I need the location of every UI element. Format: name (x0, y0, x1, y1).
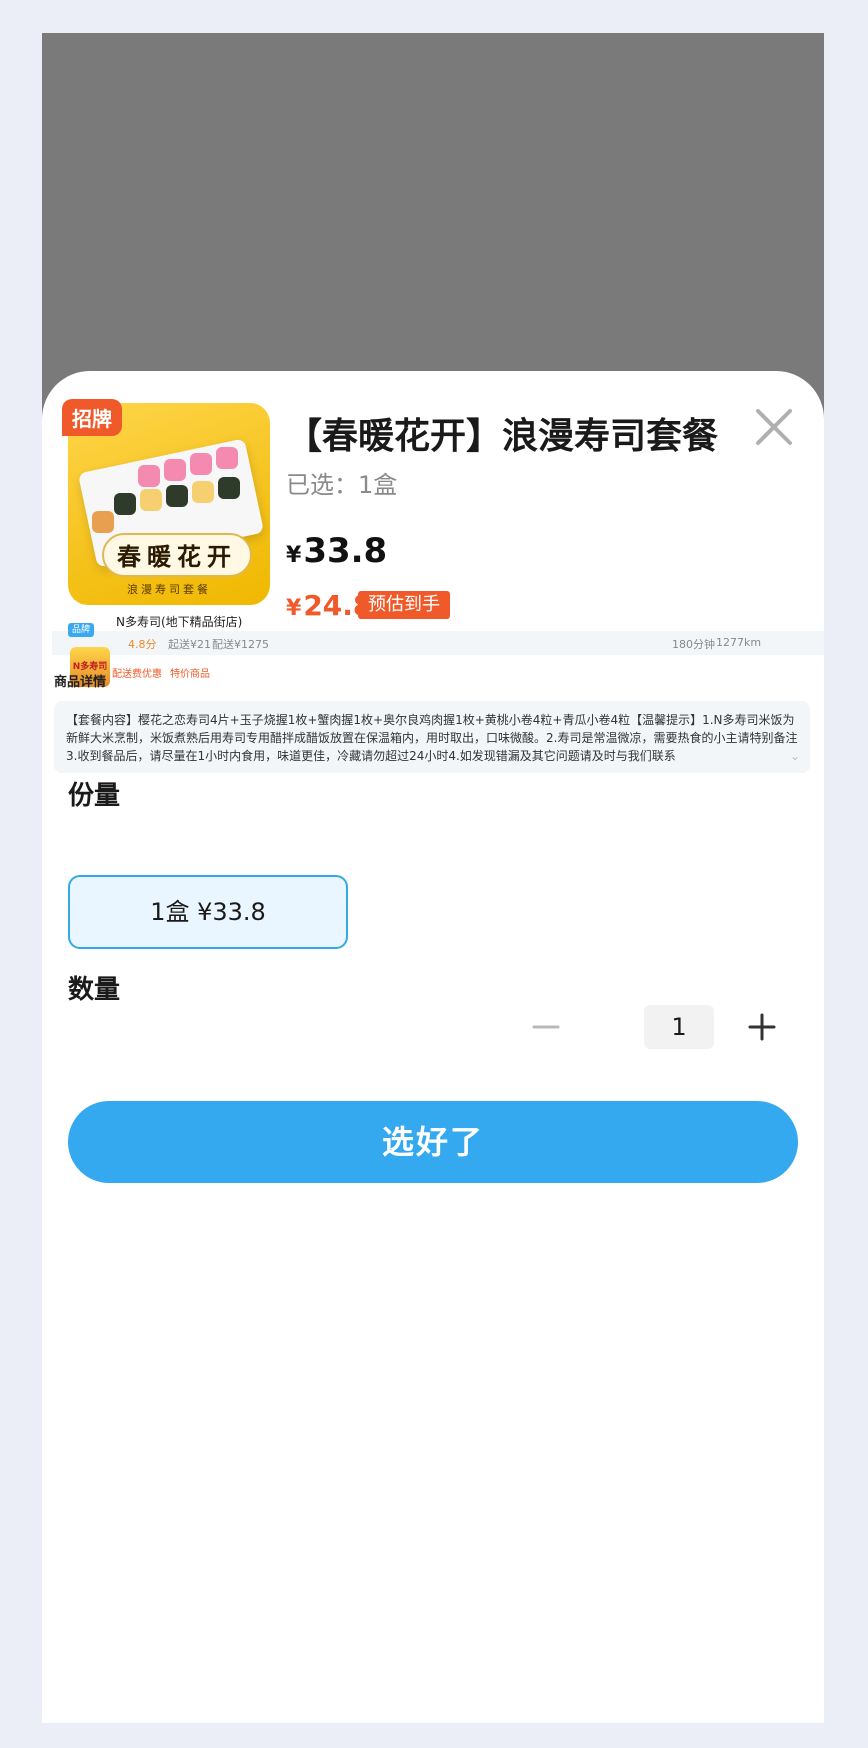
product-description[interactable]: 【套餐内容】樱花之恋寿司4片+玉子烧握1枚+蟹肉握1枚+奥尔良鸡肉握1枚+黄桃小… (54, 701, 810, 773)
sushi-piece (92, 511, 114, 533)
promo-delivery-discount: 配送费优惠 (112, 669, 162, 680)
sushi-piece (114, 493, 136, 515)
thumb-subtitle: 浪漫寿司套餐 (127, 583, 211, 596)
sushi-piece (140, 489, 162, 511)
promo-special-item: 特价商品 (170, 669, 210, 680)
portion-title: 份量 (68, 781, 121, 811)
chevron-down-icon[interactable]: ⌄ (790, 747, 800, 765)
quantity-value[interactable]: 1 (644, 1005, 714, 1049)
sushi-piece (216, 447, 238, 469)
detail-label: 商品详情 (54, 675, 107, 690)
product-spec-sheet: 春暖花开 浪漫寿司套餐 招牌 【春暖花开】浪漫寿司套餐 已选：1盒 ¥33.8 … (42, 371, 824, 1723)
store-info-bar: 4.8分 起送¥21 配送¥1275 180分钟 1277km (52, 631, 824, 655)
plus-icon[interactable] (746, 1011, 778, 1043)
close-icon[interactable] (752, 405, 796, 449)
sushi-piece (192, 481, 214, 503)
min-order: 起送¥21 (168, 638, 211, 651)
description-text: 【套餐内容】樱花之恋寿司4片+玉子烧握1枚+蟹肉握1枚+奥尔良鸡肉握1枚+黄桃小… (66, 713, 798, 763)
sushi-piece (166, 485, 188, 507)
signature-badge: 招牌 (62, 399, 122, 436)
original-price: ¥33.8 (286, 531, 387, 571)
sushi-piece (138, 465, 160, 487)
portion-option-1box[interactable]: 1盒 ¥33.8 (68, 875, 348, 949)
currency-symbol: ¥ (286, 543, 302, 568)
product-title: 【春暖花开】浪漫寿司套餐 (286, 416, 719, 457)
quantity-title: 数量 (68, 975, 121, 1005)
sushi-piece (164, 459, 186, 481)
sushi-piece (218, 477, 240, 499)
store-rating: 4.8分 (128, 638, 157, 651)
phone-frame: 春暖花开 浪漫寿司套餐 招牌 【春暖花开】浪漫寿司套餐 已选：1盒 ¥33.8 … (42, 33, 824, 1723)
brand-tag: 品牌 (68, 623, 95, 637)
thumb-title: 春暖花开 (102, 533, 252, 577)
sushi-piece (190, 453, 212, 475)
currency-symbol: ¥ (286, 596, 302, 621)
estimated-price-tag: 预估到手 (358, 591, 450, 619)
original-price-value: 33.8 (303, 531, 388, 571)
confirm-button[interactable]: 选好了 (68, 1101, 798, 1183)
store-distance: 1277km (716, 636, 762, 649)
store-name: N多寿司(地下精品街店) (116, 615, 243, 629)
minus-icon[interactable] (530, 1011, 562, 1043)
delivery-fee: 配送¥1275 (212, 638, 269, 651)
delivery-time: 180分钟 (672, 638, 715, 651)
selected-spec: 已选：1盒 (286, 471, 398, 499)
